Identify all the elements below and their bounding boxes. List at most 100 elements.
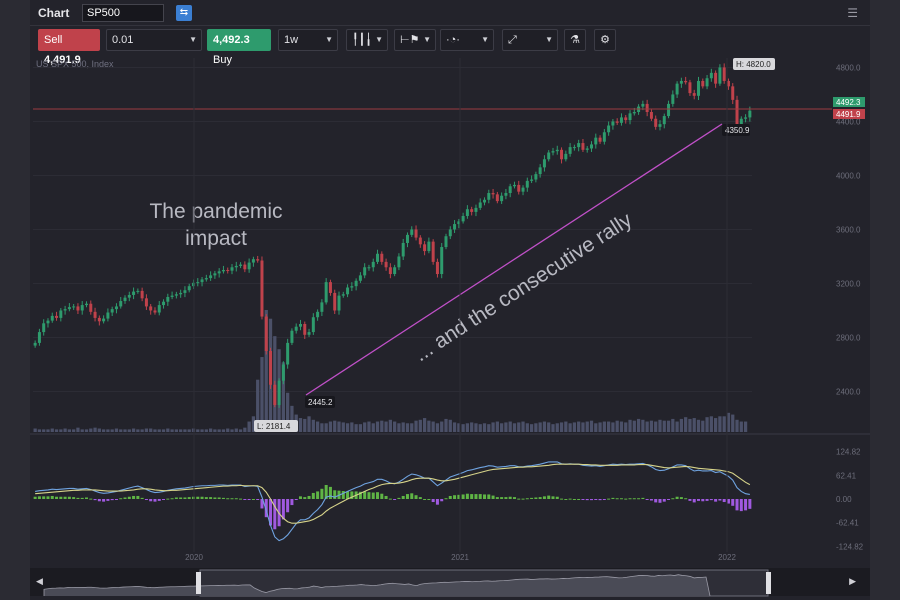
volume-bar [226,428,230,432]
macd-histogram-bar [397,497,401,499]
macd-histogram-bar [341,491,345,499]
macd-histogram-bar [119,498,123,500]
macd-histogram-bar [414,495,418,499]
macd-histogram-bar [170,498,174,500]
macd-histogram-bar [654,499,658,503]
volume-bar [42,429,46,432]
macd-tick-label: 124.82 [836,448,861,457]
candle-body [427,241,431,252]
volume-bar [636,418,641,432]
macd-histogram-bar [221,497,225,499]
macd-histogram-bar [114,499,118,500]
volume-bar [401,422,405,432]
candle-body [508,186,512,194]
volume-bar [333,420,337,432]
volume-bar [474,423,478,432]
macd-histogram-bar [662,499,666,502]
candle-body [72,306,76,308]
volume-bar [435,423,440,432]
candle-body [465,209,469,216]
price-chart[interactable]: 4800.04400.04000.03600.03200.02800.02400… [0,0,900,600]
volume-bar [324,423,328,432]
macd-histogram-bar [735,499,739,511]
macd-histogram-bar [632,498,636,500]
macd-histogram-bar [709,499,713,501]
volume-bar [350,422,354,432]
candle-body [474,207,478,212]
volume-bar [619,421,624,432]
macd-histogram-bar [393,499,397,500]
candle-body [337,295,341,311]
candle-body [581,143,585,150]
macd-histogram-bar [641,497,645,499]
volume-bar [119,429,123,432]
volume-bar [713,418,718,432]
start-value-label: 2445.2 [308,398,333,407]
candle-body [76,306,80,311]
volume-bar [422,418,427,432]
macd-line [35,461,750,542]
volume-bar [559,422,564,432]
candle-body [320,302,324,312]
volume-bar [204,429,208,432]
macd-histogram-bar [93,499,97,501]
volume-bar [611,422,615,432]
macd-histogram-bar [307,495,311,499]
volume-bar [602,421,606,432]
volume-bar [76,427,80,432]
volume-bar [37,429,42,432]
volume-bar [632,420,636,432]
candle-body [393,267,397,275]
macd-histogram-bar [607,498,611,500]
volume-bar [504,422,508,432]
macd-histogram-bar [97,499,101,502]
volume-bar [658,419,662,432]
macd-histogram-bar [423,499,427,500]
candle-body [37,332,41,343]
candle-body [401,242,405,257]
macd-histogram-bar [444,498,448,500]
macd-histogram-bar [602,499,606,500]
volume-bar [508,421,512,432]
macd-tick-label: 0.00 [836,495,852,504]
volume-bar [307,416,311,432]
macd-tick-label: -124.82 [836,542,864,551]
macd-histogram-bar [191,496,195,499]
volume-bar [598,422,602,432]
volume-bar [444,418,448,432]
volume-bar [607,421,611,432]
macd-histogram-bar [376,492,380,499]
candle-body [671,94,675,104]
volume-bar [709,416,713,432]
candle-body [560,149,564,160]
volume-bar [448,419,452,432]
macd-histogram-bar [132,495,136,499]
volume-bar [517,422,521,432]
volume-bar [589,420,594,432]
macd-histogram-bar [701,499,705,502]
end-value-label: 4350.9 [725,126,750,135]
macd-histogram-bar [542,496,546,499]
volume-bar [649,420,654,432]
candle-body [354,280,358,287]
volume-bar [191,428,196,432]
candle-body [226,269,230,271]
macd-histogram-bar [692,499,696,503]
volume-bar [217,429,221,432]
candle-body [517,184,521,192]
volume-bar [328,421,333,432]
volume-bar [684,417,688,432]
volume-bar [131,428,136,432]
macd-histogram-bar [568,498,572,500]
candle-body [140,290,144,299]
high-label: H: 4820.0 [736,60,771,69]
volume-bar [303,418,307,432]
candle-body [440,247,444,275]
candle-body [166,296,170,302]
candle-body [371,261,375,268]
candle-body [521,187,525,192]
macd-histogram-bar [594,499,598,500]
candle-body [478,202,482,208]
volume-bar [461,424,465,432]
candle-body [470,209,474,212]
